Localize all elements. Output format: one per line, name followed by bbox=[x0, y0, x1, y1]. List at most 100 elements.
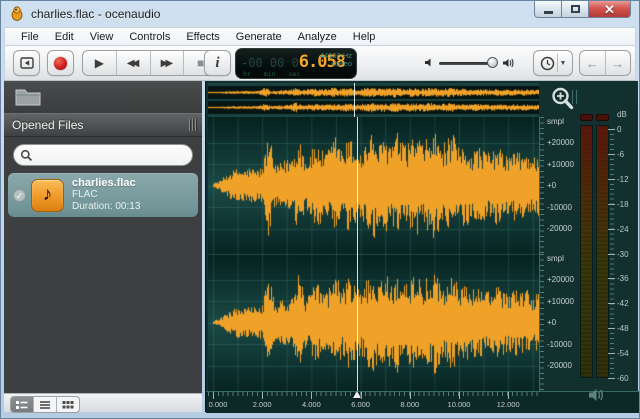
amp-tick-ch1: +10000 bbox=[547, 160, 574, 169]
menu-item-help[interactable]: Help bbox=[345, 29, 384, 45]
db-tick bbox=[608, 228, 615, 230]
amplitude-ruler-right bbox=[540, 254, 544, 391]
db-tick-label: 0 bbox=[617, 125, 622, 134]
time-format-button[interactable]: ▼ bbox=[533, 50, 573, 76]
db-tick-label: -48 bbox=[617, 324, 629, 334]
maximize-button[interactable] bbox=[562, 1, 589, 18]
volume-high-icon bbox=[503, 58, 514, 68]
db-tick-label: -24 bbox=[617, 224, 629, 234]
unit-sec: sec bbox=[288, 70, 301, 78]
db-tick-label: -42 bbox=[617, 299, 629, 309]
search-input[interactable] bbox=[33, 148, 192, 162]
waveform-editor[interactable] bbox=[208, 117, 539, 391]
clock-icon bbox=[540, 56, 554, 70]
menu-item-edit[interactable]: Edit bbox=[47, 29, 82, 45]
toggle-sidebar-button[interactable] bbox=[13, 50, 40, 76]
time-tick bbox=[311, 392, 313, 399]
amp-tick-ch1: -10000 bbox=[547, 203, 572, 212]
db-scale-title: dB bbox=[617, 110, 627, 119]
file-duration: Duration: 00:13 bbox=[72, 201, 141, 212]
overview-waveform[interactable] bbox=[208, 83, 539, 117]
panel-title: Opened Files bbox=[12, 118, 84, 132]
db-tick-label: -18 bbox=[617, 199, 629, 209]
playhead-overview bbox=[354, 83, 356, 117]
menu-item-view[interactable]: View bbox=[82, 29, 122, 45]
time-dim-digits: -00 00 0 bbox=[241, 56, 299, 70]
db-tick bbox=[608, 303, 615, 305]
volume-slider-knob[interactable] bbox=[487, 57, 498, 68]
time-tick-label: 0.000 bbox=[208, 400, 228, 409]
compact-list-icon bbox=[40, 400, 50, 409]
forward-button[interactable]: ▶▶ bbox=[151, 51, 185, 75]
redo-forward-button[interactable]: → bbox=[606, 51, 631, 75]
close-button[interactable]: ✕ bbox=[589, 1, 631, 18]
chevron-down-icon: ▼ bbox=[559, 59, 567, 67]
time-tick bbox=[262, 392, 264, 399]
record-button[interactable] bbox=[47, 50, 74, 76]
channel-mode: stereo bbox=[331, 59, 352, 68]
file-list-item-selected[interactable]: ✓ ♪ charlies.flac FLAC Duration: 00:13 bbox=[8, 173, 198, 217]
file-search-box[interactable] bbox=[13, 144, 193, 166]
minimize-icon bbox=[543, 10, 553, 14]
monitor-speaker-icon[interactable] bbox=[587, 387, 607, 403]
volume-low-icon bbox=[425, 58, 431, 67]
time-tick-label: 12.000 bbox=[496, 400, 520, 409]
opened-files-tab-folder-icon[interactable] bbox=[14, 86, 42, 108]
meter-grip-icon[interactable] bbox=[572, 90, 577, 104]
divider bbox=[556, 54, 558, 72]
amp-tick-ch2: +20000 bbox=[547, 275, 574, 284]
view-grid-button[interactable] bbox=[57, 397, 79, 412]
minimize-button[interactable] bbox=[534, 1, 562, 18]
amp-tick-ch2: smpl bbox=[547, 254, 564, 263]
time-tick bbox=[459, 392, 460, 399]
time-axis[interactable]: 0.000 2.000 4.000 6.000 8.000 10.000 12.000 bbox=[206, 391, 639, 413]
db-tick-label: -6 bbox=[617, 149, 625, 159]
search-icon bbox=[20, 149, 33, 161]
forward-icon: ▶▶ bbox=[160, 57, 173, 69]
main-content: Opened Files ✓ ♪ charlies.flac FLAC Dura… bbox=[4, 81, 639, 413]
db-tick bbox=[608, 129, 615, 130]
amp-tick-ch2: +10000 bbox=[547, 297, 574, 306]
time-tick bbox=[409, 392, 411, 399]
time-minor-ticks bbox=[208, 392, 539, 396]
db-tick bbox=[608, 178, 615, 180]
time-display: -00 00 06.058 hr min sec 44100 Hz stereo bbox=[235, 48, 357, 79]
level-meter-left bbox=[580, 125, 593, 378]
arrow-left-icon: ← bbox=[585, 55, 599, 71]
grid-icon bbox=[62, 400, 74, 408]
toolbar: ▶ ◀◀ ▶▶ ■ i -00 00 06.058 hr min sec 441… bbox=[4, 45, 636, 81]
amplitude-ruler-left bbox=[540, 117, 544, 254]
sidebar-tab-strip bbox=[4, 81, 202, 114]
info-button[interactable]: i bbox=[204, 50, 231, 76]
view-detail-button[interactable] bbox=[11, 397, 34, 412]
play-icon: ▶ bbox=[94, 56, 104, 70]
clip-indicator-left bbox=[580, 114, 593, 121]
view-list-button[interactable] bbox=[34, 397, 57, 412]
time-tick-label: 8.000 bbox=[400, 400, 420, 409]
amp-tick-ch1: +20000 bbox=[547, 138, 574, 147]
menu-item-analyze[interactable]: Analyze bbox=[290, 29, 345, 45]
amp-tick-ch2: +0 bbox=[547, 318, 557, 327]
level-meter-right bbox=[596, 125, 609, 378]
file-check-icon: ✓ bbox=[13, 188, 26, 202]
app-window: charlies.flac - ocenaudio ✕ File Edit View… bbox=[0, 0, 640, 419]
menu-item-controls[interactable]: Controls bbox=[121, 29, 178, 45]
title-bar[interactable]: charlies.flac - ocenaudio ✕ bbox=[1, 1, 639, 27]
rewind-button[interactable]: ◀◀ bbox=[117, 51, 151, 75]
menu-item-effects[interactable]: Effects bbox=[178, 29, 227, 45]
detail-list-icon bbox=[16, 400, 28, 409]
amp-tick-ch2: -20000 bbox=[547, 361, 572, 370]
transport-group: ▶ ◀◀ ▶▶ ■ bbox=[82, 50, 218, 76]
menu-item-generate[interactable]: Generate bbox=[228, 29, 290, 45]
play-button[interactable]: ▶ bbox=[83, 51, 117, 75]
db-tick bbox=[608, 203, 615, 205]
music-note-icon: ♪ bbox=[42, 184, 53, 205]
time-tick-label: 2.000 bbox=[252, 400, 272, 409]
undo-back-button[interactable]: ← bbox=[580, 51, 606, 75]
opened-files-header[interactable]: Opened Files bbox=[4, 113, 202, 137]
wave-panel: smpl +20000 +10000 +0 -10000 -20000 smpl +20000… bbox=[205, 81, 639, 413]
playhead-handle[interactable] bbox=[352, 391, 361, 398]
panel-grip-icon[interactable] bbox=[189, 119, 196, 131]
view-mode-group bbox=[10, 396, 80, 413]
menu-item-file[interactable]: File bbox=[13, 29, 47, 45]
